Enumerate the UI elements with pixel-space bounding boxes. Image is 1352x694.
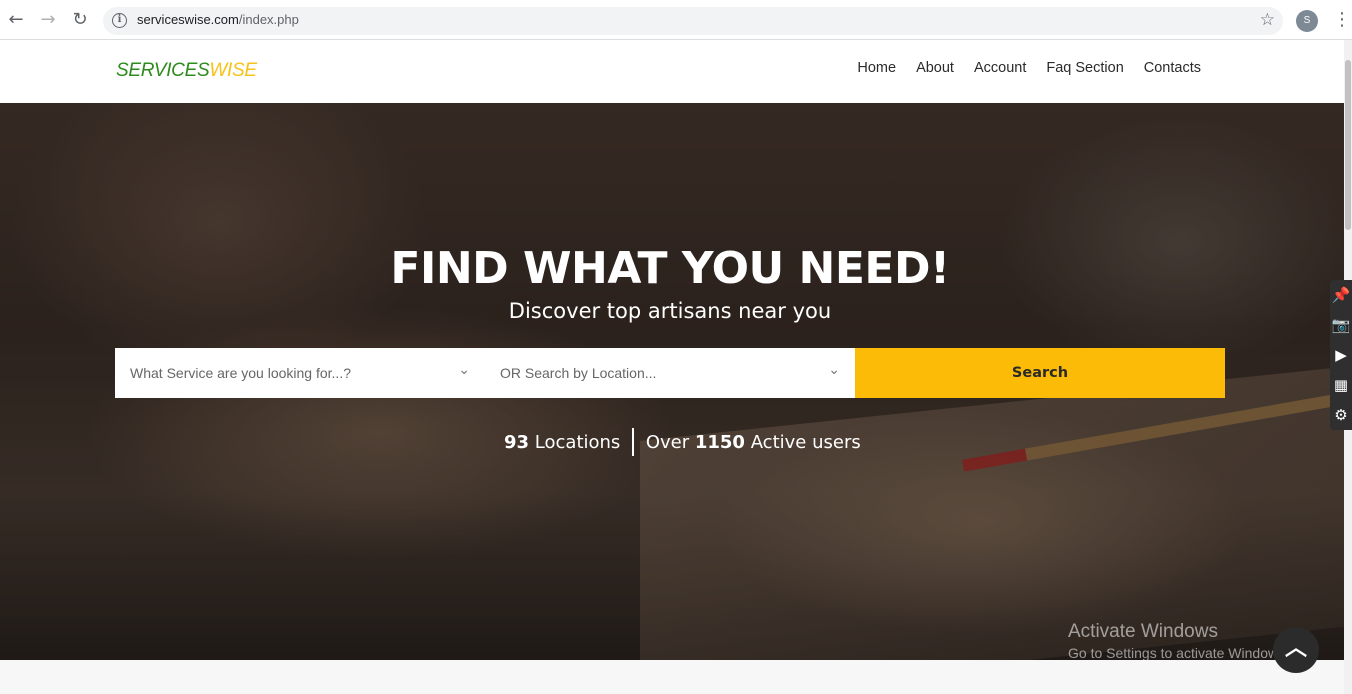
hero-section: FIND WHAT YOU NEED! Discover top artisan…	[0, 103, 1344, 660]
browser-menu-icon[interactable]: ⋮	[1333, 9, 1351, 31]
main-nav: Home About Account Faq Section Contacts	[857, 60, 1201, 76]
stats-divider	[632, 428, 634, 456]
site-stats: 93 Locations Over 1150 Active users	[504, 428, 861, 456]
users-stat: Over 1150 Active users	[646, 432, 861, 453]
gallery-icon[interactable]: ▦	[1330, 370, 1352, 400]
url-path: /index.php	[238, 12, 299, 27]
profile-avatar[interactable]: S	[1296, 10, 1318, 32]
service-select-placeholder: What Service are you looking for...?	[130, 365, 351, 381]
site-info-icon[interactable]: i	[112, 13, 127, 28]
address-bar[interactable]: i serviceswise.com/index.php ☆	[103, 7, 1283, 35]
scrollbar-thumb[interactable]	[1345, 60, 1351, 230]
url-domain: serviceswise.com	[137, 12, 239, 27]
users-label: Active users	[750, 431, 861, 453]
nav-about[interactable]: About	[916, 60, 954, 76]
scroll-to-top-button[interactable]: ︿	[1273, 627, 1319, 673]
gear-icon[interactable]: ⚙	[1330, 400, 1352, 430]
url-text[interactable]: serviceswise.com/index.php	[137, 12, 299, 27]
watermark-line1: Activate Windows	[1068, 621, 1218, 642]
pin-icon[interactable]: 📌	[1330, 280, 1352, 310]
location-select[interactable]: OR Search by Location... ⌄	[485, 348, 855, 398]
site-header: SERVICESWISE Home About Account Faq Sect…	[0, 40, 1344, 103]
browser-toolbar: ← → ↻ i serviceswise.com/index.php ☆ S ⋮	[0, 0, 1352, 40]
users-prefix: Over	[645, 431, 690, 453]
chevron-up-icon: ︿	[1284, 636, 1307, 661]
hero-title: FIND WHAT YOU NEED!	[390, 243, 950, 294]
search-button[interactable]: Search	[855, 348, 1225, 398]
site-logo[interactable]: SERVICESWISE	[116, 60, 257, 82]
windows-activation-watermark: Activate Windows Go to Settings to activ…	[1068, 621, 1289, 660]
hero-subtitle: Discover top artisans near you	[508, 299, 832, 323]
camera-icon[interactable]: 📷	[1330, 310, 1352, 340]
chevron-down-icon: ⌄	[828, 362, 840, 378]
search-bar: What Service are you looking for...? ⌄ O…	[115, 348, 1225, 398]
nav-contacts[interactable]: Contacts	[1144, 60, 1201, 76]
nav-faq-section[interactable]: Faq Section	[1046, 60, 1123, 76]
bookmark-star-icon[interactable]: ☆	[1260, 10, 1275, 30]
reload-icon[interactable]: ↻	[70, 10, 90, 30]
locations-stat: 93 Locations	[504, 432, 620, 453]
service-select[interactable]: What Service are you looking for...? ⌄	[115, 348, 485, 398]
logo-wise: WISE	[209, 60, 257, 81]
nav-home[interactable]: Home	[857, 60, 896, 76]
nav-account[interactable]: Account	[974, 60, 1026, 76]
locations-label: Locations	[534, 431, 621, 453]
location-select-placeholder: OR Search by Location...	[500, 365, 657, 381]
back-arrow-icon[interactable]: ←	[6, 10, 26, 30]
locations-count: 93	[504, 431, 530, 453]
video-icon[interactable]: ▶	[1330, 340, 1352, 370]
screenshot-extension-toolbar: 📌 📷 ▶ ▦ ⚙	[1330, 280, 1352, 430]
logo-services: SERVICES	[116, 60, 210, 81]
chevron-down-icon: ⌄	[458, 362, 470, 378]
forward-arrow-icon[interactable]: →	[38, 10, 58, 30]
users-count: 1150	[694, 431, 745, 453]
watermark-line2: Go to Settings to activate Windows.	[1068, 645, 1289, 660]
